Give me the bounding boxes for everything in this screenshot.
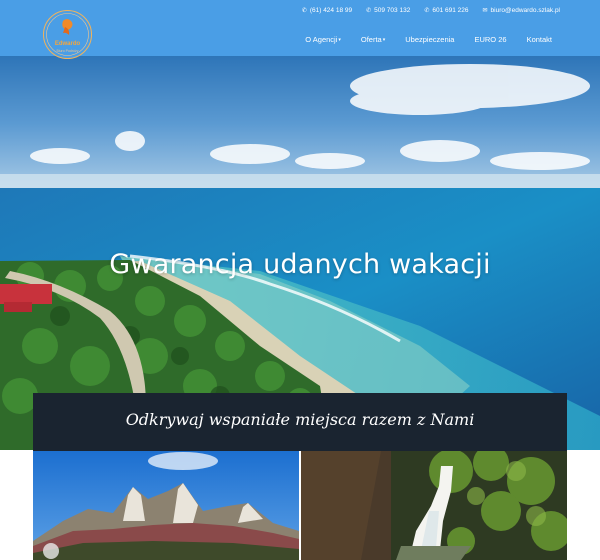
chevron-down-icon: ▾ xyxy=(382,36,386,43)
phone-icon: ✆ xyxy=(301,8,307,14)
main-nav: O Agencji ▾ Oferta ▾ Ubezpieczenia EURO … xyxy=(305,35,552,44)
envelope-icon: ✉ xyxy=(482,8,488,14)
nav-label: Oferta xyxy=(360,35,382,44)
contact-text: (61) 424 18 99 xyxy=(309,7,353,14)
contact-text: 601 691 226 xyxy=(432,7,469,14)
contact-text: biuro@edwardo.szlak.pl xyxy=(490,7,560,14)
site-logo[interactable]: Edwardo Biuro Podróży xyxy=(43,10,92,59)
logo-subtitle: Biuro Podróży xyxy=(56,49,79,53)
contact-bar: ✆ (61) 424 18 99 ✆ 509 703 132 ✆ 601 691… xyxy=(302,7,560,14)
waterfall-image[interactable] xyxy=(301,451,567,560)
contact-phone-3[interactable]: ✆ 601 691 226 xyxy=(424,7,468,14)
mountains-image[interactable] xyxy=(33,451,299,560)
contact-text: 509 703 132 xyxy=(374,7,411,14)
contact-email[interactable]: ✉ biuro@edwardo.szlak.pl xyxy=(483,7,561,14)
hero-image: Gwarancja udanych wakacji xyxy=(0,56,600,450)
nav-item-o-agencji[interactable]: O Agencji ▾ xyxy=(305,35,341,44)
phone-icon: ✆ xyxy=(424,8,430,14)
chevron-down-icon: ▾ xyxy=(338,36,341,43)
tagline-text: Odkrywaj wspaniałe miejsca razem z Nami xyxy=(125,410,475,429)
nav-label: Ubezpieczenia xyxy=(405,35,455,44)
nav-item-euro-26[interactable]: EURO 26 xyxy=(474,35,506,44)
nav-item-ubezpieczenia[interactable]: Ubezpieczenia xyxy=(405,35,454,44)
waterfall-photo xyxy=(301,451,567,560)
phone-icon: ✆ xyxy=(366,8,372,14)
nav-label: Kontakt xyxy=(526,35,552,44)
nav-label: O Agencji xyxy=(305,35,338,44)
nav-label: EURO 26 xyxy=(474,35,507,44)
contact-phone-1[interactable]: ✆ (61) 424 18 99 xyxy=(302,7,352,14)
contact-phone-2[interactable]: ✆ 509 703 132 xyxy=(366,7,410,14)
logo-text: Edwardo xyxy=(54,41,81,47)
mountains-photo xyxy=(33,451,299,560)
hero-title: Gwarancja udanych wakacji xyxy=(109,249,491,280)
tagline-banner: Odkrywaj wspaniałe miejsca razem z Nami xyxy=(33,393,567,451)
nav-item-kontakt[interactable]: Kontakt xyxy=(527,35,552,44)
nav-item-oferta[interactable]: Oferta ▾ xyxy=(361,35,385,44)
